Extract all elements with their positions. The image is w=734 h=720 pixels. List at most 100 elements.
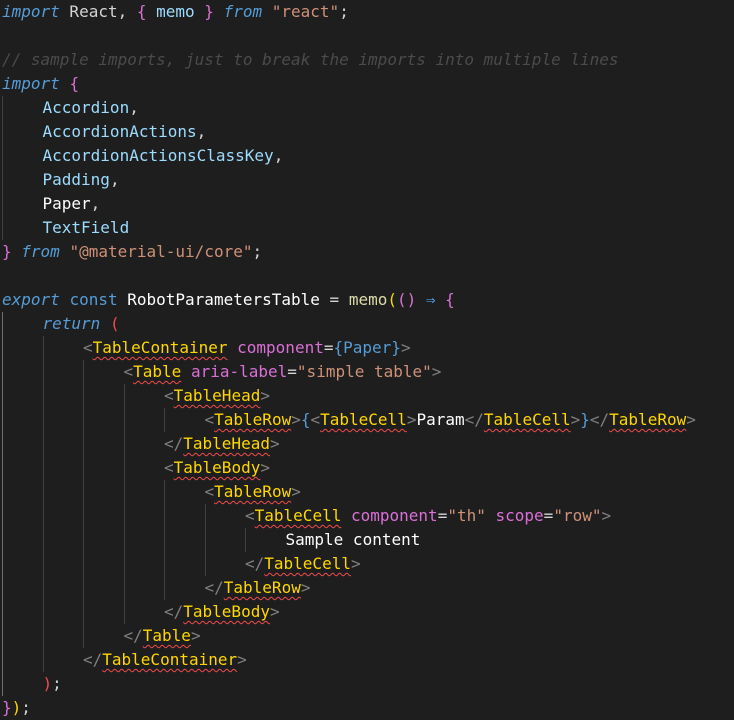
code-line[interactable]: <TableRow> [0, 480, 734, 504]
code-token: > [269, 602, 280, 621]
indent-guide [2, 96, 3, 120]
indent-guide [83, 480, 84, 504]
code-line[interactable]: // sample imports, just to break the imp… [0, 48, 734, 72]
code-token: } [391, 338, 401, 357]
code-line[interactable]: </Table> [0, 624, 734, 648]
code-line[interactable]: }); [0, 696, 734, 720]
code-token: = [543, 506, 554, 525]
code-line[interactable]: import React, { memo } from "react"; [0, 0, 734, 24]
code-line[interactable] [0, 24, 734, 48]
code-token: { [445, 290, 455, 309]
indent-guide [83, 528, 84, 552]
code-token: , [129, 98, 139, 117]
indent-guide [123, 432, 125, 456]
code-line[interactable] [0, 264, 734, 288]
code-token: > [601, 506, 612, 525]
code-token: < [245, 506, 255, 525]
code-token: aria-label [190, 362, 288, 381]
code-line[interactable]: AccordionActions, [0, 120, 734, 144]
code-line[interactable]: import { [0, 72, 734, 96]
code-token: TableCell [254, 506, 342, 525]
code-line[interactable]: <TableRow>{<TableCell>Param</TableCell>}… [0, 408, 734, 432]
indent-guide [2, 384, 3, 408]
code-token: Padding [42, 170, 110, 189]
code-token: ; [52, 674, 62, 693]
code-token: Paper [343, 338, 392, 357]
indent-guide [83, 576, 84, 600]
code-token: </ [204, 578, 224, 597]
code-line[interactable]: Sample content [0, 528, 734, 552]
indent-guide [123, 480, 125, 504]
code-line[interactable]: </TableContainer> [0, 648, 734, 672]
indent-guide [2, 312, 3, 336]
indent-guide [83, 432, 84, 456]
code-line[interactable]: Padding, [0, 168, 734, 192]
code-token: TableCell [483, 410, 571, 429]
code-line[interactable]: <TableCell component="th" scope="row"> [0, 504, 734, 528]
code-token: ⇒ [425, 290, 436, 309]
indent-guide [2, 408, 3, 432]
code-token: "th" [447, 506, 486, 525]
code-line[interactable]: TextField [0, 216, 734, 240]
code-token: > [570, 410, 581, 429]
indent-guide [2, 600, 3, 624]
code-line[interactable]: </TableHead> [0, 432, 734, 456]
indent-guide [83, 600, 84, 624]
code-token: </ [83, 650, 103, 669]
code-line[interactable]: return ( [0, 312, 734, 336]
indent-guide [204, 504, 206, 528]
code-token: RobotParametersTable [117, 290, 330, 309]
indent-guide [2, 528, 3, 552]
code-editor[interactable]: import React, { memo } from "react"; // s… [0, 0, 734, 720]
indent-guide [164, 576, 165, 600]
indent-guide [123, 456, 125, 480]
code-token: component [350, 506, 438, 525]
code-token: ( [387, 290, 397, 309]
indent-guide [42, 576, 44, 600]
code-line[interactable]: Paper, [0, 192, 734, 216]
code-token: Table [142, 626, 191, 645]
code-line[interactable]: } from "@material-ui/core"; [0, 240, 734, 264]
code-line[interactable]: AccordionActionsClassKey, [0, 144, 734, 168]
indent-guide [204, 528, 206, 552]
code-token: TableBody [173, 458, 261, 477]
code-line[interactable]: <TableHead> [0, 384, 734, 408]
code-token: = [437, 506, 448, 525]
code-token: > [237, 650, 247, 669]
code-line[interactable]: <TableBody> [0, 456, 734, 480]
code-line[interactable]: <TableContainer component={Paper}> [0, 336, 734, 360]
code-line[interactable]: </TableCell> [0, 552, 734, 576]
indent-guide [2, 432, 3, 456]
indent-guide [42, 600, 44, 624]
indent-guide [2, 144, 3, 168]
code-token: memo [348, 290, 388, 309]
indent-guide [164, 480, 165, 504]
code-token: scope [495, 506, 544, 525]
code-token: TableHead [173, 386, 261, 405]
code-token: > [686, 410, 696, 429]
code-token: < [204, 410, 215, 429]
code-token: ( [109, 314, 120, 333]
indent-guide [83, 504, 84, 528]
code-token: component [237, 338, 324, 357]
code-token: TableRow [609, 410, 687, 429]
code-line[interactable]: </TableBody> [0, 600, 734, 624]
code-token: ) [42, 674, 53, 693]
code-line[interactable]: Accordion, [0, 96, 734, 120]
code-line[interactable]: export const RobotParametersTable = memo… [0, 288, 734, 312]
code-token: > [269, 434, 280, 453]
code-token: TableRow [223, 578, 301, 597]
code-token: { [136, 2, 147, 21]
indent-guide [42, 432, 44, 456]
code-line[interactable]: </TableRow> [0, 576, 734, 600]
code-line[interactable]: <Table aria-label="simple table"> [0, 360, 734, 384]
indent-guide [42, 408, 44, 432]
code-token: , [273, 146, 284, 165]
code-line[interactable]: ); [0, 672, 734, 696]
code-token: from [223, 2, 263, 21]
indent-guide [42, 552, 44, 576]
code-token: > [291, 410, 301, 429]
